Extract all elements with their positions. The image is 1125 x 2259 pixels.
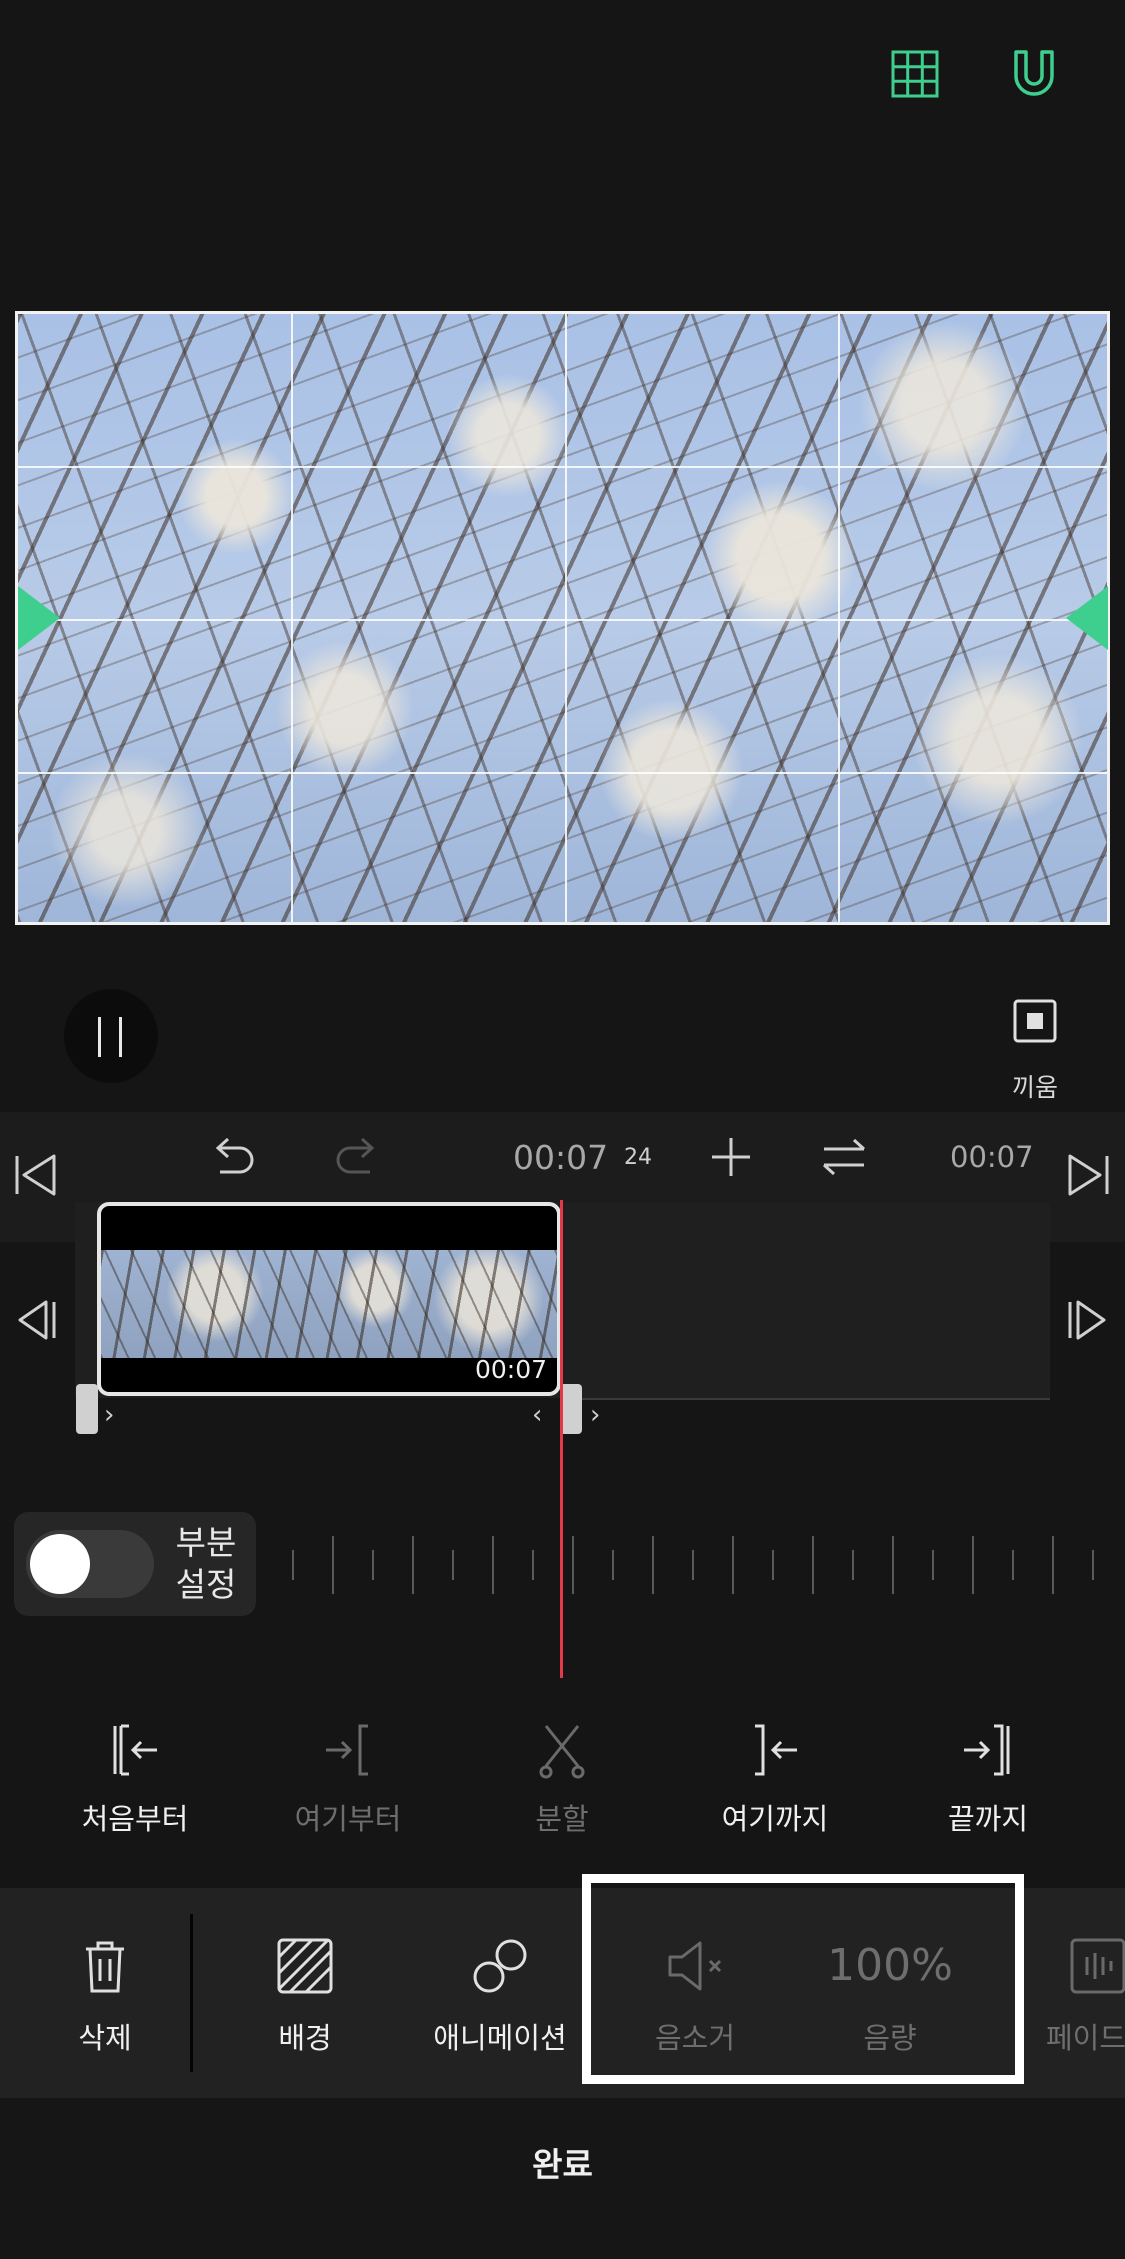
playhead[interactable] <box>560 1200 563 1678</box>
total-time: 00:07 <box>950 1140 1034 1174</box>
trim-from-here-button[interactable]: 여기부터 <box>253 1720 443 1838</box>
clip-thumbnails <box>101 1250 557 1358</box>
trim-handle-end[interactable] <box>560 1384 582 1434</box>
action-label: 분할 <box>535 1802 589 1836</box>
split-button[interactable]: 분할 <box>467 1720 657 1838</box>
swap-icon[interactable] <box>820 1134 868 1180</box>
partial-label-line2: 설정 <box>175 1565 237 1604</box>
background-label: 배경 <box>278 2021 332 2055</box>
menu-divider <box>190 1914 193 2072</box>
trim-to-end-button[interactable]: 끝까지 <box>893 1720 1083 1838</box>
preview-right-handle[interactable] <box>1066 586 1108 650</box>
animation-icon <box>473 1939 527 1993</box>
trim-from-start-icon <box>113 1724 157 1776</box>
partial-label-line1: 부분 <box>175 1523 237 1562</box>
trim-to-end-icon <box>964 1724 1010 1776</box>
volume-ruler[interactable] <box>280 1530 1110 1600</box>
delete-button[interactable]: 삭제 <box>50 1935 160 2057</box>
chevron-right-icon: › <box>590 1400 601 1430</box>
grid-icon[interactable] <box>887 46 943 102</box>
scissors-icon <box>539 1725 585 1779</box>
action-label: 처음부터 <box>81 1802 189 1836</box>
action-label: 여기까지 <box>721 1802 829 1836</box>
chevron-left-icon: ‹ <box>532 1400 543 1430</box>
video-preview[interactable] <box>15 311 1110 925</box>
animation-label: 애니메이션 <box>433 2021 567 2055</box>
trash-icon <box>86 1941 124 1993</box>
trim-to-here-icon <box>755 1724 797 1776</box>
current-time: 00:07 <box>513 1138 609 1177</box>
current-frame: 24 <box>624 1145 652 1170</box>
clip-duration: 00:07 <box>474 1355 547 1384</box>
action-label: 끝까지 <box>947 1802 1029 1836</box>
background-icon <box>277 1938 333 1994</box>
partial-label: 부분 설정 <box>164 1522 248 1606</box>
trim-to-here-button[interactable]: 여기까지 <box>680 1720 870 1838</box>
delete-label: 삭제 <box>78 2021 132 2055</box>
trim-from-here-icon <box>326 1724 368 1776</box>
animation-button[interactable]: 애니메이션 <box>420 1935 580 2057</box>
selection-highlight <box>582 1874 1024 2084</box>
action-label: 여기부터 <box>294 1802 402 1836</box>
partial-toggle[interactable] <box>26 1530 154 1598</box>
video-clip[interactable]: 00:07 <box>97 1202 561 1396</box>
undo-icon[interactable] <box>206 1130 258 1182</box>
prev-frame-icon[interactable] <box>12 1296 60 1344</box>
trim-from-start-button[interactable]: 처음부터 <box>40 1720 230 1838</box>
fit-icon[interactable] <box>1012 998 1058 1044</box>
next-frame-icon[interactable] <box>1064 1296 1112 1344</box>
preview-left-handle[interactable] <box>18 586 60 650</box>
fade-button[interactable]: 페이드 <box>1038 1935 1125 2057</box>
fade-icon <box>1070 1938 1125 1994</box>
track-baseline <box>561 1398 1050 1400</box>
skip-to-end-icon[interactable] <box>1062 1150 1112 1200</box>
chevron-right-icon: › <box>104 1400 115 1430</box>
pause-button[interactable] <box>64 989 158 1083</box>
add-icon[interactable] <box>708 1134 754 1180</box>
redo-icon[interactable] <box>332 1130 384 1182</box>
background-button[interactable]: 배경 <box>250 1935 360 2057</box>
done-button[interactable]: 완료 <box>0 2138 1125 2186</box>
skip-to-start-icon[interactable] <box>12 1150 62 1200</box>
fit-label: 끼움 <box>1011 1073 1058 1102</box>
toggle-knob <box>30 1534 90 1594</box>
fade-label: 페이드 <box>1046 2021 1125 2055</box>
trim-handle-start[interactable] <box>76 1384 98 1434</box>
magnet-icon[interactable] <box>1006 46 1062 102</box>
partial-setting: 부분 설정 <box>14 1512 256 1616</box>
